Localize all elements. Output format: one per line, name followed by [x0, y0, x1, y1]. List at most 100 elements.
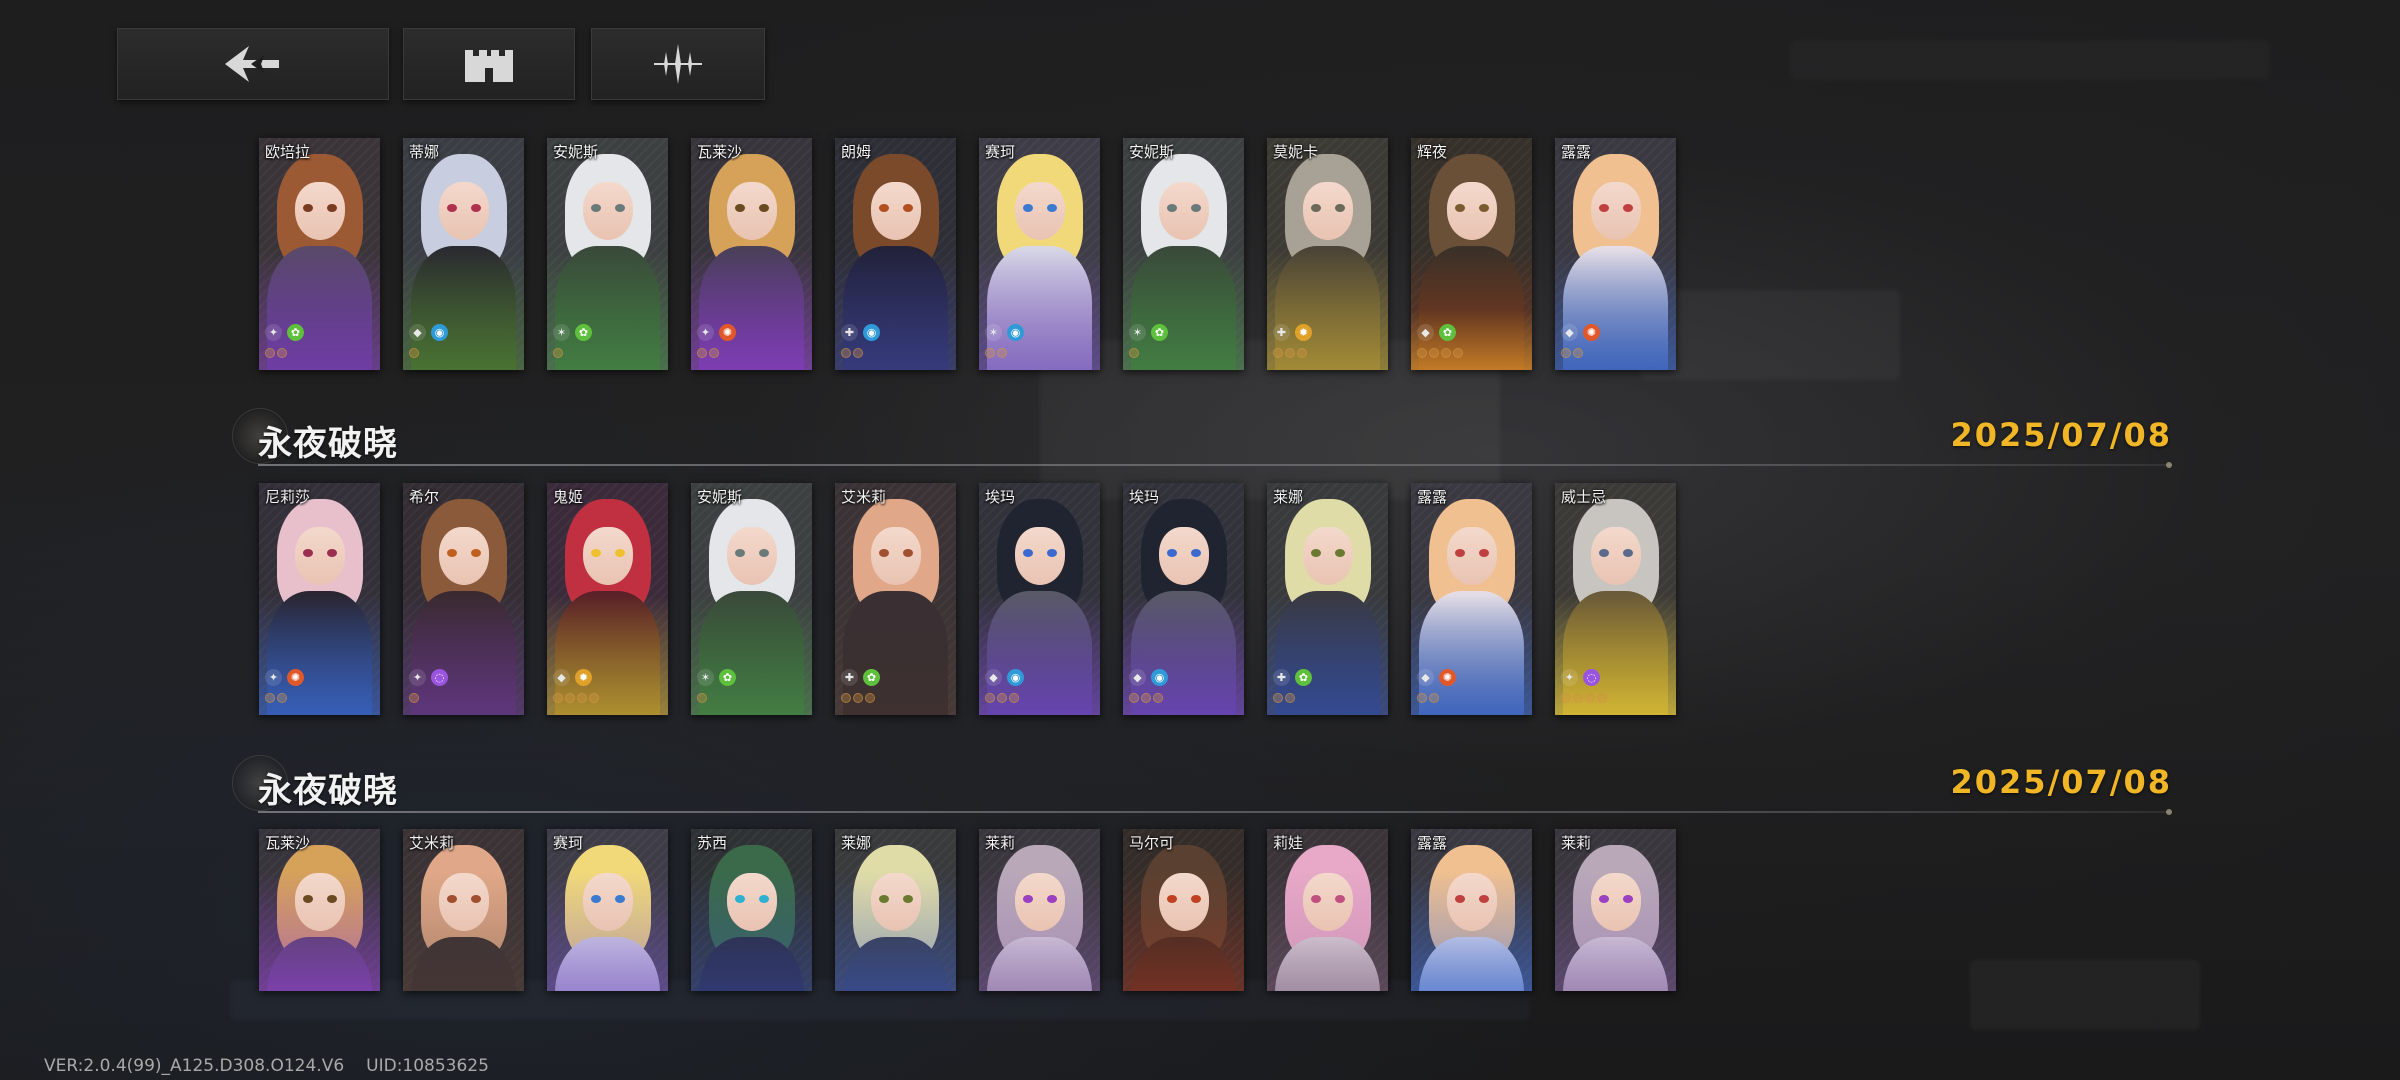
character-card[interactable]: 赛珂 ✶ ◉ [979, 138, 1100, 370]
portrait-eyes [1023, 895, 1057, 903]
star-rating [1129, 348, 1139, 360]
portrait-eyes [447, 549, 481, 557]
portrait-eyes [879, 895, 913, 903]
class-icon: ✦ [1561, 669, 1578, 686]
character-card[interactable]: 莱娜 [835, 829, 956, 991]
character-card[interactable]: 威士忌 ✦ ◌ [1555, 483, 1676, 715]
character-card[interactable]: 瓦莱沙 ✦ ✺ [691, 138, 812, 370]
portrait-eyes [303, 549, 337, 557]
portrait-eyes [447, 895, 481, 903]
character-badges: ✚ ✿ [1273, 669, 1312, 687]
bg-ghost-panel [1970, 960, 2200, 1030]
character-portrait [691, 829, 812, 991]
element-icon: ✺ [719, 324, 736, 341]
character-card[interactable]: 蒂娜 ◆ ◉ [403, 138, 524, 370]
character-card[interactable]: 露露 ◆ ✺ [1555, 138, 1676, 370]
back-button[interactable] [117, 28, 389, 100]
character-card[interactable]: 莱莉 [1555, 829, 1676, 991]
character-card[interactable]: 莱娜 ✚ ✿ [1267, 483, 1388, 715]
star-icon [1153, 693, 1163, 703]
star-icon [1285, 348, 1295, 358]
character-card[interactable]: 莱莉 [979, 829, 1100, 991]
portrait-eyes [591, 204, 625, 212]
character-badges: ✶ ✿ [553, 324, 592, 342]
character-card[interactable]: 埃玛 ◆ ◉ [979, 483, 1100, 715]
class-icon: ✚ [1273, 324, 1290, 341]
character-card[interactable]: 安妮斯 ✶ ✿ [1123, 138, 1244, 370]
character-badges: ◆ ✿ [1417, 324, 1456, 342]
character-card[interactable]: 瓦莱沙 [259, 829, 380, 991]
star-icon [841, 693, 851, 703]
star-icon [553, 693, 563, 703]
star-icon [553, 348, 563, 358]
bg-ghost-panel [1790, 40, 2270, 80]
character-card[interactable]: 尼莉莎 ✦ ✺ [259, 483, 380, 715]
character-card[interactable]: 马尔可 [1123, 829, 1244, 991]
star-rating [553, 348, 563, 360]
class-icon: ✶ [697, 669, 714, 686]
portrait-eyes [1311, 549, 1345, 557]
character-card[interactable]: 辉夜 ◆ ✿ [1411, 138, 1532, 370]
star-icon [1009, 693, 1019, 703]
star-icon [697, 348, 707, 358]
class-icon: ◆ [409, 324, 426, 341]
portrait-eyes [1455, 549, 1489, 557]
star-icon [1561, 348, 1571, 358]
character-card[interactable]: 艾米莉 ✚ ✿ [835, 483, 956, 715]
star-icon [1129, 348, 1139, 358]
star-icon [1597, 693, 1607, 703]
portrait-eyes [1167, 204, 1201, 212]
character-portrait [835, 829, 956, 991]
character-portrait [259, 829, 380, 991]
character-card[interactable]: 莫妮卡 ✚ ✹ [1267, 138, 1388, 370]
star-icon [853, 693, 863, 703]
element-icon: ◉ [1151, 669, 1168, 686]
character-name: 莫妮卡 [1273, 143, 1319, 161]
element-icon: ◉ [431, 324, 448, 341]
class-icon: ◆ [553, 669, 570, 686]
star-icon [1141, 693, 1151, 703]
class-icon: ✚ [841, 669, 858, 686]
character-badges: ✦ ◌ [1561, 669, 1600, 687]
character-card[interactable]: 欧培拉 ✦ ✿ [259, 138, 380, 370]
character-name: 莱莉 [1561, 834, 1592, 852]
character-name: 瓦莱沙 [697, 143, 743, 161]
character-name: 莱娜 [841, 834, 872, 852]
character-card[interactable]: 安妮斯 ✶ ✿ [691, 483, 812, 715]
character-card[interactable]: 露露 ◆ ✺ [1411, 483, 1532, 715]
portrait-eyes [1599, 895, 1633, 903]
filter-button[interactable] [591, 28, 765, 100]
character-card[interactable]: 埃玛 ◆ ◉ [1123, 483, 1244, 715]
element-icon: ✿ [1439, 324, 1456, 341]
character-card[interactable]: 露露 [1411, 829, 1532, 991]
portrait-eyes [1023, 549, 1057, 557]
character-name: 马尔可 [1129, 834, 1175, 852]
castle-button[interactable] [403, 28, 575, 100]
character-card[interactable]: 鬼姬 ◆ ✹ [547, 483, 668, 715]
star-icon [1273, 693, 1283, 703]
character-name: 鬼姬 [553, 488, 584, 506]
character-card[interactable]: 苏西 [691, 829, 812, 991]
character-card[interactable]: 莉娃 [1267, 829, 1388, 991]
section-date: 2025/07/08 [1950, 763, 2172, 801]
character-card[interactable]: 希尔 ✦ ◌ [403, 483, 524, 715]
character-card[interactable]: 安妮斯 ✶ ✿ [547, 138, 668, 370]
character-card[interactable]: 朗姆 ✚ ◉ [835, 138, 956, 370]
character-name: 辉夜 [1417, 143, 1448, 161]
star-icon [997, 693, 1007, 703]
character-badges: ✦ ✿ [265, 324, 304, 342]
star-rating [985, 693, 1019, 705]
character-name: 瓦莱沙 [265, 834, 311, 852]
star-icon [853, 348, 863, 358]
class-icon: ✦ [265, 324, 282, 341]
character-badges: ◆ ✺ [1561, 324, 1600, 342]
element-icon: ◉ [1007, 324, 1024, 341]
section-title: 永夜破晓 [258, 771, 398, 811]
character-card[interactable]: 艾米莉 [403, 829, 524, 991]
portrait-eyes [735, 895, 769, 903]
class-icon: ✶ [1129, 324, 1146, 341]
character-card[interactable]: 赛珂 [547, 829, 668, 991]
character-name: 威士忌 [1561, 488, 1607, 506]
character-badges: ◆ ✹ [553, 669, 592, 687]
character-name: 朗姆 [841, 143, 872, 161]
